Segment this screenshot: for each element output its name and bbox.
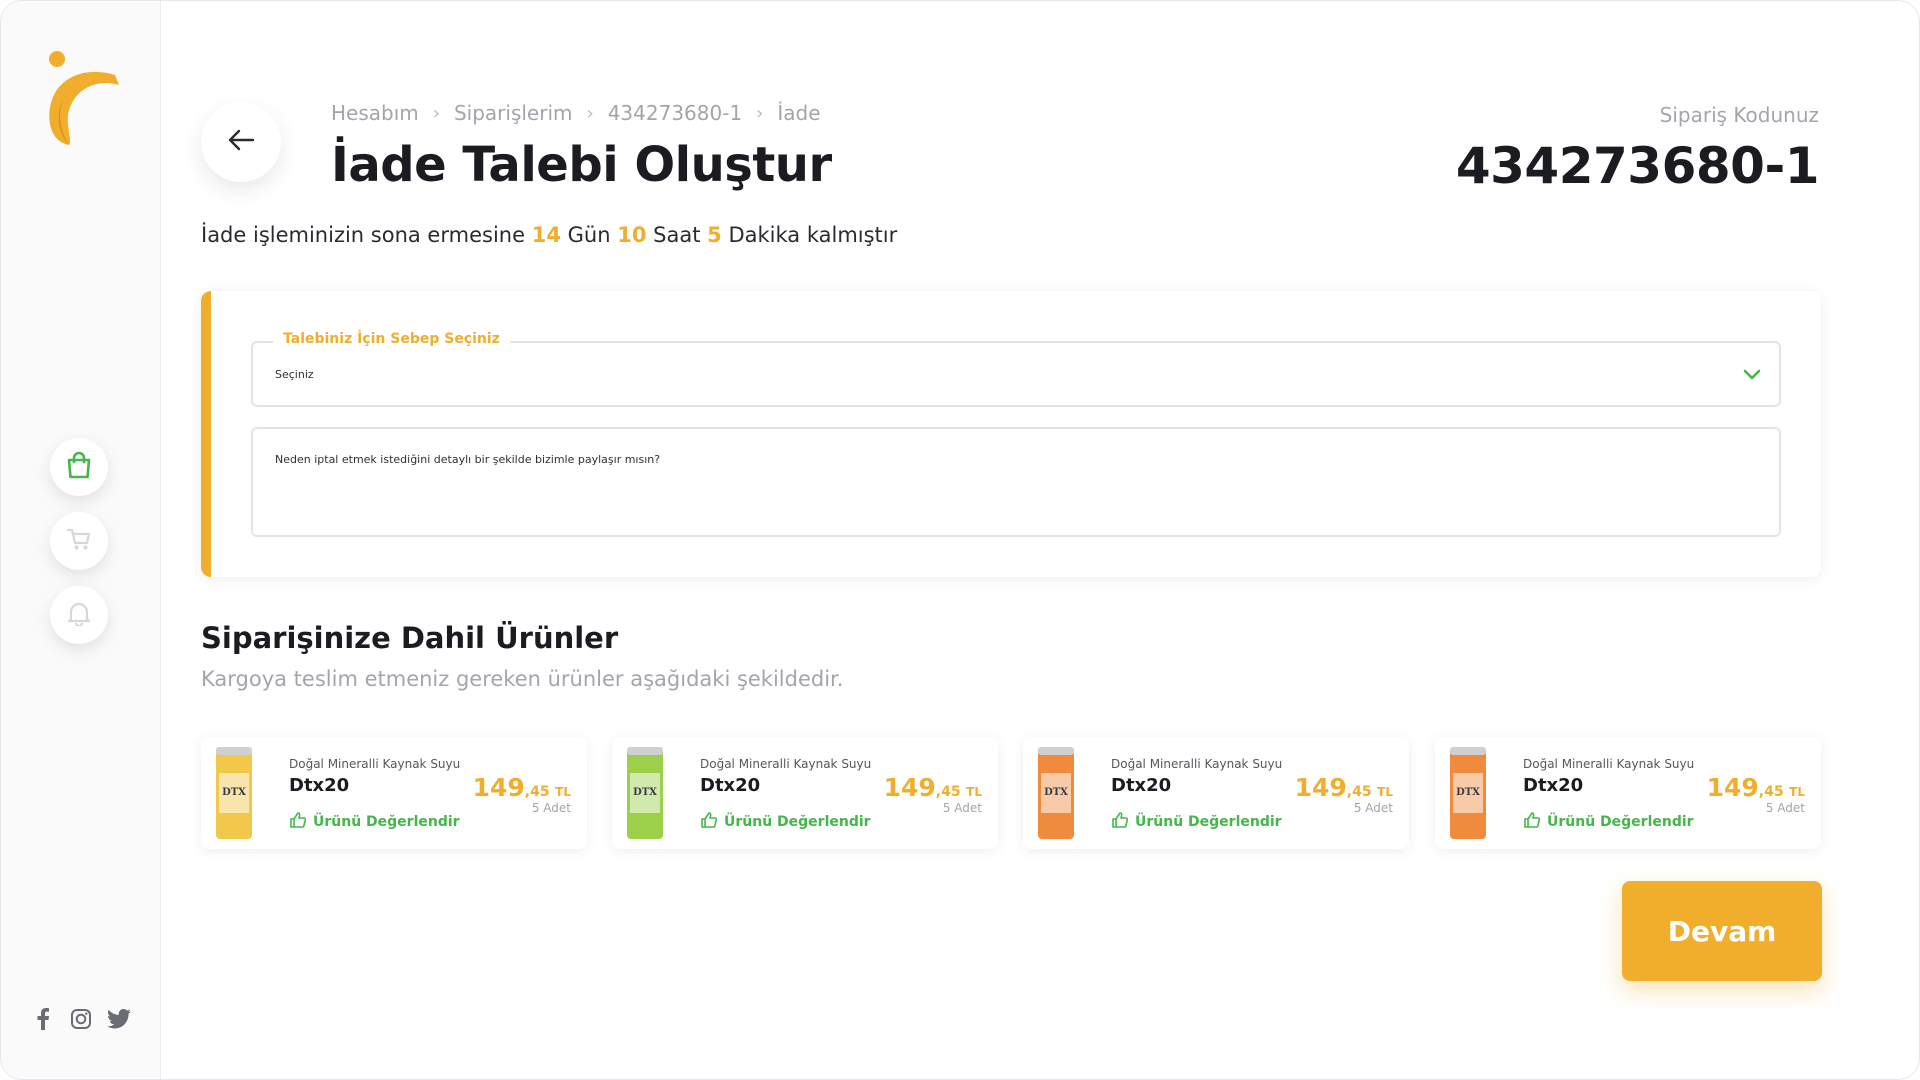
product-category: Doğal Mineralli Kaynak Suyu (289, 757, 461, 771)
product-quantity: 5 Adet (942, 801, 982, 815)
thumbs-up-icon (700, 811, 718, 833)
price-currency: TL (555, 785, 571, 799)
products-section-subtitle: Kargoya teslim etmeniz gereken ürünler a… (201, 667, 844, 691)
countdown-prefix: İade işleminizin sona ermesine (201, 223, 526, 247)
arrow-left-icon (227, 128, 255, 156)
product-can-label: DTX (633, 787, 657, 798)
sidebar-orders-button[interactable] (50, 438, 108, 496)
countdown-hours: 10 (617, 223, 647, 247)
price-currency: TL (1789, 785, 1805, 799)
reason-select[interactable]: Talebiniz İçin Sebep Seçiniz Seçiniz (251, 331, 1781, 407)
thumbs-up-icon (1523, 811, 1541, 833)
price-decimal: ,45 (524, 784, 550, 800)
social-links (31, 1007, 131, 1031)
rate-product-link[interactable]: Ürünü Değerlendir (1523, 811, 1694, 833)
product-quantity: 5 Adet (531, 801, 571, 815)
instagram-icon[interactable] (69, 1007, 93, 1031)
product-category: Doğal Mineralli Kaynak Suyu (1111, 757, 1283, 771)
return-countdown: İade işleminizin sona ermesine 14 Gün 10… (201, 223, 897, 247)
shopping-bag-icon (66, 451, 92, 483)
chevron-down-icon (1741, 363, 1763, 385)
chevron-right-icon: › (586, 102, 594, 124)
brand-logo[interactable] (45, 49, 121, 155)
continue-button[interactable]: Devam (1622, 881, 1822, 981)
breadcrumb-orders[interactable]: Siparişlerim (454, 101, 573, 125)
rate-product-link[interactable]: Ürünü Değerlendir (289, 811, 460, 833)
twitter-icon[interactable] (107, 1007, 131, 1031)
product-card[interactable]: DTX Doğal Mineralli Kaynak Suyu Dtx20 Ür… (612, 737, 998, 849)
product-name: Dtx20 (289, 775, 350, 796)
price-currency: TL (966, 785, 982, 799)
order-code: 434273680-1 (1455, 137, 1820, 195)
countdown-days-label: Gün (567, 223, 611, 247)
product-can-label: DTX (1456, 787, 1480, 798)
price-integer: 149 (1294, 773, 1347, 802)
product-price: 149,45 TL (1707, 773, 1805, 802)
countdown-minutes-label: Dakika kalmıştır (728, 223, 898, 247)
product-name: Dtx20 (1111, 775, 1172, 796)
chevron-right-icon: › (756, 102, 764, 124)
product-quantity: 5 Adet (1353, 801, 1393, 815)
product-list: DTX Doğal Mineralli Kaynak Suyu Dtx20 Ür… (201, 737, 1821, 849)
product-image: DTX (1035, 743, 1077, 843)
sidebar (1, 1, 161, 1079)
product-card[interactable]: DTX Doğal Mineralli Kaynak Suyu Dtx20 Ür… (201, 737, 587, 849)
price-integer: 149 (883, 773, 936, 802)
price-integer: 149 (472, 773, 525, 802)
countdown-days: 14 (531, 223, 561, 247)
page-title: İade Talebi Oluştur (331, 137, 832, 193)
product-name: Dtx20 (700, 775, 761, 796)
return-form-card: Talebiniz İçin Sebep Seçiniz Seçiniz Ned… (201, 291, 1821, 577)
thumbs-up-icon (1111, 811, 1129, 833)
breadcrumb-order[interactable]: 434273680-1 (608, 101, 742, 125)
product-price: 149,45 TL (884, 773, 982, 802)
price-currency: TL (1377, 785, 1393, 799)
countdown-hours-label: Saat (653, 223, 701, 247)
breadcrumb-account[interactable]: Hesabım (331, 101, 419, 125)
product-image: DTX (624, 743, 666, 843)
rate-product-label: Ürünü Değerlendir (1135, 814, 1282, 830)
app-frame: Hesabım › Siparişlerim › 434273680-1 › İ… (0, 0, 1920, 1080)
rate-product-label: Ürünü Değerlendir (724, 814, 871, 830)
price-integer: 149 (1706, 773, 1759, 802)
rate-product-link[interactable]: Ürünü Değerlendir (1111, 811, 1282, 833)
product-card[interactable]: DTX Doğal Mineralli Kaynak Suyu Dtx20 Ür… (1023, 737, 1409, 849)
sidebar-cart-button[interactable] (50, 512, 108, 570)
cart-icon (66, 526, 92, 556)
rate-product-link[interactable]: Ürünü Değerlendir (700, 811, 871, 833)
products-section-title: Siparişinize Dahil Ürünler (201, 621, 619, 655)
facebook-icon[interactable] (31, 1007, 55, 1031)
reason-detail-placeholder: Neden iptal etmek istediğini detaylı bir… (275, 453, 661, 466)
product-category: Doğal Mineralli Kaynak Suyu (700, 757, 872, 771)
product-image: DTX (1447, 743, 1489, 843)
reason-detail-textarea[interactable]: Neden iptal etmek istediğini detaylı bir… (251, 427, 1781, 537)
thumbs-up-icon (289, 811, 307, 833)
product-name: Dtx20 (1523, 775, 1584, 796)
reason-select-label: Talebiniz İçin Sebep Seçiniz (273, 331, 510, 347)
order-code-label: Sipariş Kodunuz (1659, 103, 1819, 127)
breadcrumb-return: İade (777, 101, 821, 125)
breadcrumb: Hesabım › Siparişlerim › 434273680-1 › İ… (331, 101, 821, 125)
price-decimal: ,45 (1758, 784, 1784, 800)
bell-icon (67, 600, 91, 630)
price-decimal: ,45 (935, 784, 961, 800)
product-price: 149,45 TL (1295, 773, 1393, 802)
countdown-minutes: 5 (707, 223, 722, 247)
product-category: Doğal Mineralli Kaynak Suyu (1523, 757, 1695, 771)
product-price: 149,45 TL (473, 773, 571, 802)
product-can-label: DTX (222, 787, 246, 798)
rate-product-label: Ürünü Değerlendir (1547, 814, 1694, 830)
rate-product-label: Ürünü Değerlendir (313, 814, 460, 830)
reason-select-value: Seçiniz (275, 368, 314, 381)
sidebar-notifications-button[interactable] (50, 586, 108, 644)
product-can-label: DTX (1044, 787, 1068, 798)
product-card[interactable]: DTX Doğal Mineralli Kaynak Suyu Dtx20 Ür… (1435, 737, 1821, 849)
price-decimal: ,45 (1346, 784, 1372, 800)
product-image: DTX (213, 743, 255, 843)
product-quantity: 5 Adet (1765, 801, 1805, 815)
chevron-right-icon: › (432, 102, 440, 124)
back-button[interactable] (201, 102, 281, 182)
